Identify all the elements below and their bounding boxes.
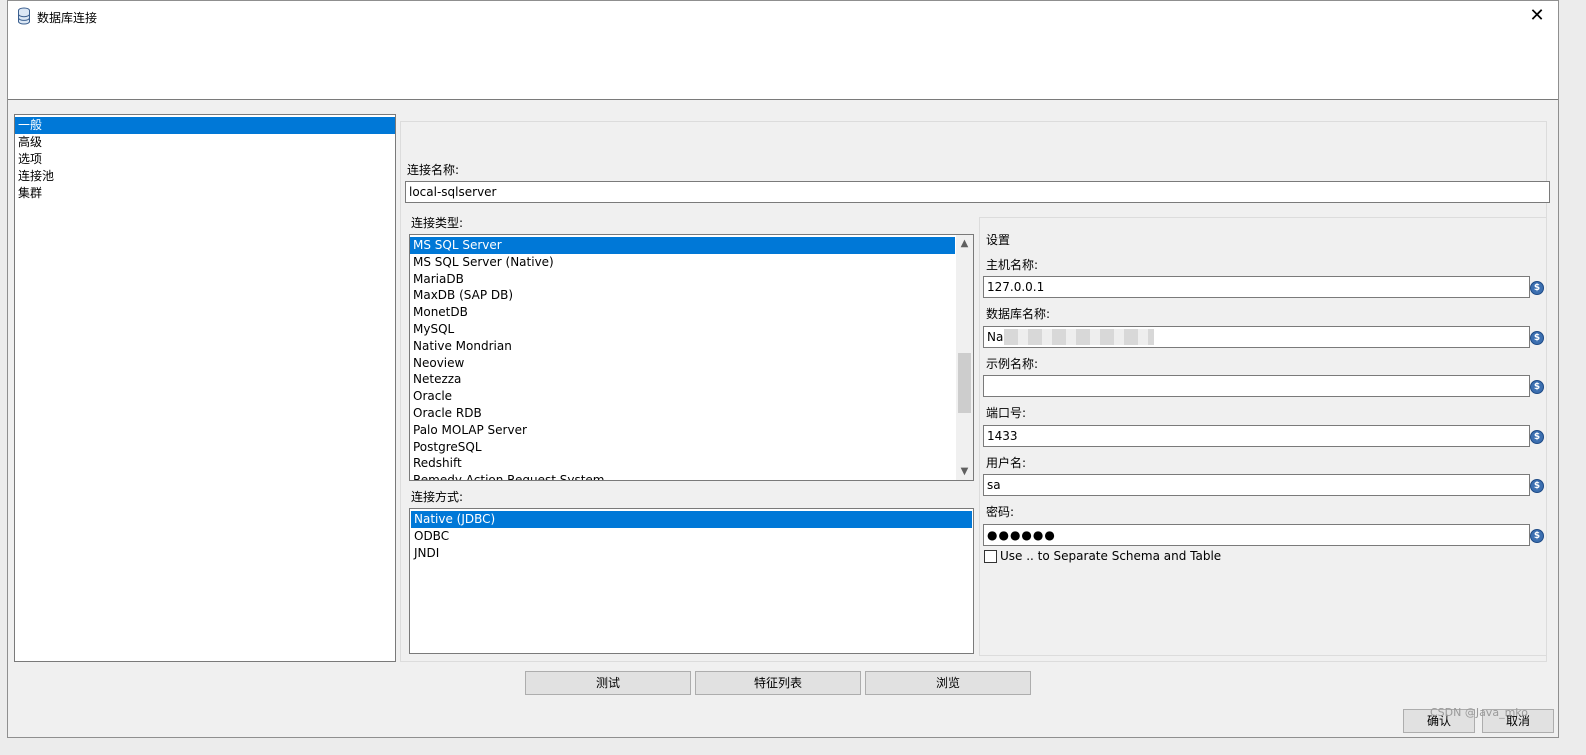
- variable-icon[interactable]: $: [1530, 281, 1544, 295]
- list-item[interactable]: JNDI: [411, 545, 972, 562]
- explore-button[interactable]: 浏览: [865, 671, 1031, 695]
- list-item[interactable]: Redshift: [410, 455, 955, 472]
- list-item[interactable]: MonetDB: [410, 304, 955, 321]
- nav-item-pooling[interactable]: 连接池: [15, 168, 395, 185]
- nav-list[interactable]: 一般 高级 选项 连接池 集群: [14, 114, 396, 662]
- nav-item-general[interactable]: 一般: [15, 117, 395, 134]
- list-item[interactable]: Palo MOLAP Server: [410, 422, 955, 439]
- access-method-list[interactable]: Native (JDBC) ODBC JNDI: [409, 508, 974, 654]
- close-button[interactable]: ✕: [1526, 5, 1548, 27]
- password-input[interactable]: ●●●●●●: [983, 524, 1530, 546]
- nav-item-cluster[interactable]: 集群: [15, 185, 395, 202]
- connection-type-list[interactable]: MS SQL Server MS SQL Server (Native) Mar…: [409, 234, 974, 481]
- host-input[interactable]: 127.0.0.1: [983, 276, 1530, 298]
- list-item[interactable]: MS SQL Server: [410, 237, 955, 254]
- watermark: CSDN @Java_mko: [1429, 706, 1528, 719]
- separator-checkbox-label: Use .. to Separate Schema and Table: [1000, 549, 1222, 563]
- list-item[interactable]: Oracle RDB: [410, 405, 955, 422]
- port-input[interactable]: 1433: [983, 425, 1530, 447]
- list-item[interactable]: Oracle: [410, 388, 955, 405]
- window-title: 数据库连接: [37, 11, 98, 25]
- list-item[interactable]: Native (JDBC): [411, 511, 972, 528]
- separator-checkbox[interactable]: [984, 550, 997, 563]
- port-label: 端口号:: [986, 406, 1027, 420]
- list-item[interactable]: MS SQL Server (Native): [410, 254, 955, 271]
- scroll-down-icon[interactable]: ▼: [956, 463, 973, 480]
- list-item[interactable]: ODBC: [411, 528, 972, 545]
- redaction-blur: [1004, 329, 1154, 345]
- password-label: 密码:: [986, 505, 1015, 519]
- feature-list-button[interactable]: 特征列表: [695, 671, 861, 695]
- database-connection-dialog: 数据库连接 ✕ 一般 高级 选项 连接池 集群 连接名称: local-sqls…: [7, 0, 1559, 738]
- variable-icon[interactable]: $: [1530, 380, 1544, 394]
- test-button[interactable]: 测试: [525, 671, 691, 695]
- variable-icon[interactable]: $: [1530, 479, 1544, 493]
- dialog-body: 一般 高级 选项 连接池 集群 连接名称: local-sqlserver 连接…: [8, 100, 1558, 737]
- scroll-thumb[interactable]: [958, 353, 971, 413]
- nav-item-advanced[interactable]: 高级: [15, 134, 395, 151]
- username-input[interactable]: sa: [983, 474, 1530, 496]
- access-method-label: 连接方式:: [411, 490, 464, 504]
- instance-name-label: 示例名称:: [986, 357, 1039, 371]
- variable-icon[interactable]: $: [1530, 430, 1544, 444]
- scroll-up-icon[interactable]: ▲: [956, 235, 973, 252]
- list-item[interactable]: Netezza: [410, 371, 955, 388]
- connection-name-input[interactable]: local-sqlserver: [405, 181, 1550, 203]
- list-item[interactable]: Neoview: [410, 355, 955, 372]
- instance-name-input[interactable]: [983, 375, 1530, 397]
- connection-type-label: 连接类型:: [411, 216, 464, 230]
- list-item[interactable]: MariaDB: [410, 271, 955, 288]
- close-icon: ✕: [1529, 5, 1545, 26]
- settings-title: 设置: [986, 233, 1011, 247]
- list-item[interactable]: PostgreSQL: [410, 439, 955, 456]
- username-label: 用户名:: [986, 456, 1027, 470]
- database-icon: [18, 7, 30, 25]
- nav-item-options[interactable]: 选项: [15, 151, 395, 168]
- list-item[interactable]: MySQL: [410, 321, 955, 338]
- vertical-scrollbar[interactable]: ▲ ▼: [956, 235, 973, 480]
- list-item[interactable]: Native Mondrian: [410, 338, 955, 355]
- connection-name-label: 连接名称:: [407, 163, 460, 177]
- variable-icon[interactable]: $: [1530, 331, 1544, 345]
- list-item[interactable]: MaxDB (SAP DB): [410, 287, 955, 304]
- variable-icon[interactable]: $: [1530, 529, 1544, 543]
- list-item[interactable]: Remedy Action Request System: [410, 472, 955, 480]
- title-bar: 数据库连接 ✕: [8, 1, 1558, 31]
- host-label: 主机名称:: [986, 258, 1039, 272]
- database-name-label: 数据库名称:: [986, 307, 1051, 321]
